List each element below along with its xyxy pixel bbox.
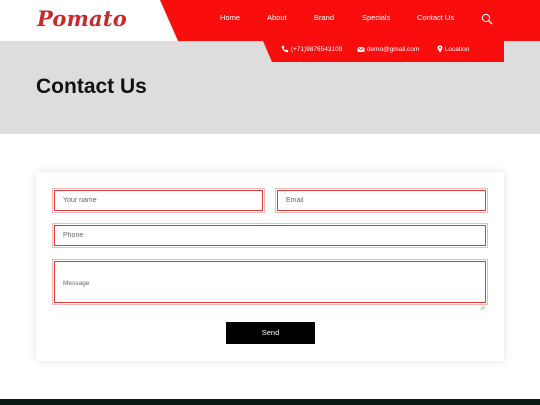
location-label: Location <box>444 46 470 53</box>
info-location[interactable]: Location <box>437 45 469 55</box>
phone-icon <box>281 46 291 53</box>
location-icon <box>437 45 445 53</box>
phone-number: (+71)9876543109 <box>290 46 343 53</box>
message-textarea[interactable] <box>52 259 488 305</box>
email-address: demo@gmail.com <box>366 46 420 53</box>
info-email[interactable]: demo@gmail.com <box>357 45 419 55</box>
info-phone[interactable]: (+71)9876543109 <box>281 45 342 55</box>
page: Contact Us Pomato Home About Brand Speci… <box>0 0 540 405</box>
nav-item-brand[interactable]: Brand <box>314 13 334 22</box>
nav-item-about[interactable]: About <box>267 13 287 22</box>
logo[interactable]: Pomato <box>37 6 127 31</box>
send-button[interactable]: Send <box>226 322 315 344</box>
search-icon[interactable] <box>481 12 493 25</box>
nav-item-home[interactable]: Home <box>220 13 240 22</box>
email-input[interactable] <box>275 188 488 213</box>
nav-item-contact-us[interactable]: Contact Us <box>417 13 454 22</box>
nav-item-specials[interactable]: Specials <box>362 13 390 22</box>
footer-strip <box>0 399 540 405</box>
resize-grip-icon[interactable] <box>480 297 485 310</box>
phone-input[interactable] <box>52 223 488 248</box>
page-title: Contact Us <box>36 75 147 98</box>
name-input[interactable] <box>52 188 265 213</box>
email-icon <box>357 46 367 53</box>
site-header: Pomato Home About Brand Specials Contact… <box>0 0 540 41</box>
